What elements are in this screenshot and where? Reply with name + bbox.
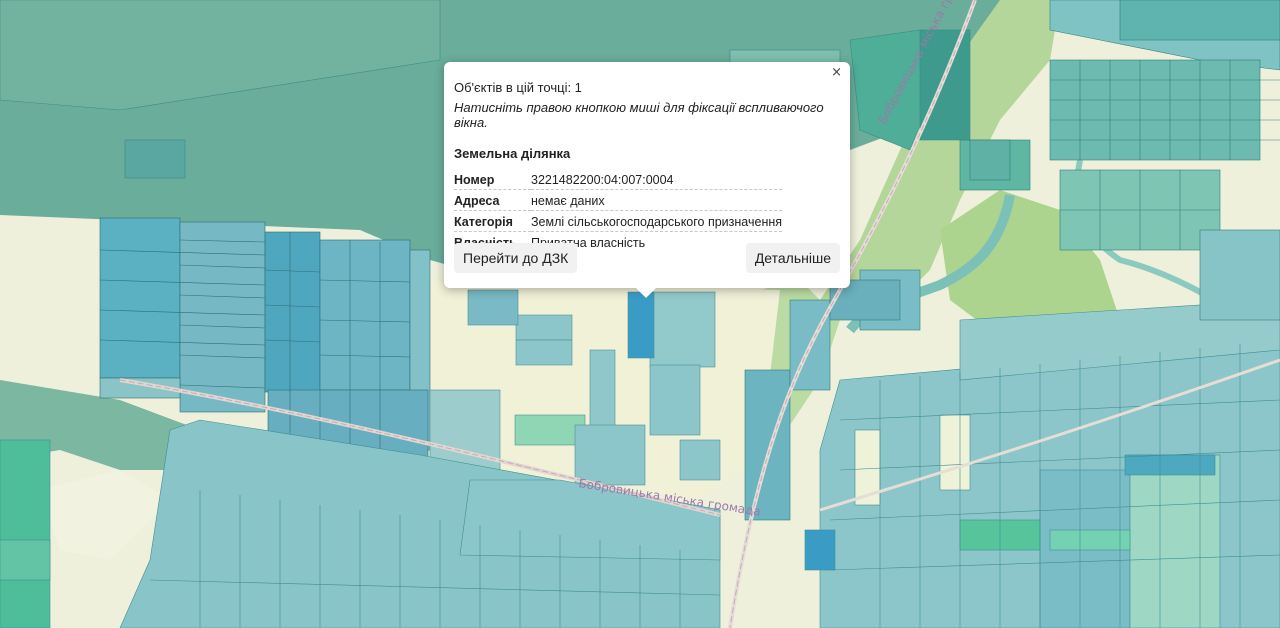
attribute-label: Адреса [454, 189, 531, 211]
attribute-row-category: Категорія Землі сільськогосподарського п… [454, 210, 783, 232]
attribute-row-number: Номер 3221482200:04:007:0004 [454, 169, 783, 190]
parcel-info-popup: × Об'єктів в цій точці: 1 Натисніть прав… [444, 62, 850, 298]
address-value: немає даних [531, 189, 783, 211]
close-icon[interactable]: × [831, 66, 842, 80]
cadastral-number: 3221482200:04:007:0004 [531, 169, 783, 190]
section-title: Земельна ділянка [454, 146, 571, 161]
attribute-row-address: Адреса немає даних [454, 189, 783, 211]
popup-pointer [636, 288, 656, 298]
pin-hint: Натисніть правою кнопкою миші для фіксац… [454, 100, 824, 130]
go-to-dzk-button[interactable]: Перейти до ДЗК [454, 243, 578, 273]
objects-count: Об'єктів в цій точці: 1 [454, 80, 582, 95]
popup-actions: Перейти до ДЗК Детальніше [454, 243, 840, 273]
attribute-label: Номер [454, 169, 531, 190]
category-value: Землі сільськогосподарського призначення [531, 210, 783, 232]
details-button[interactable]: Детальніше [745, 243, 840, 273]
attribute-label: Категорія [454, 210, 531, 232]
attributes-table: Номер 3221482200:04:007:0004 Адреса нема… [454, 169, 783, 252]
